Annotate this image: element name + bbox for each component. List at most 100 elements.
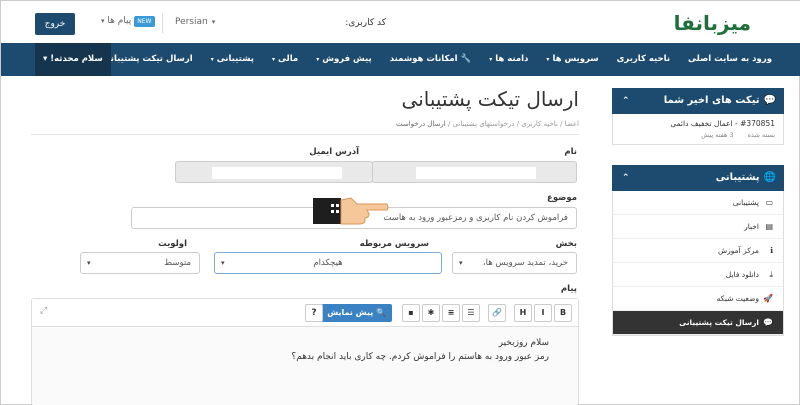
menu-item-label: وضعیت شبکه — [716, 294, 759, 303]
logout-button[interactable]: خروج — [35, 13, 75, 35]
subject-label: موضوع — [547, 193, 577, 203]
menu-item-label: اخبار — [744, 222, 759, 231]
support-menu-item[interactable]: 🚀 وضعیت شبکه — [613, 287, 783, 311]
support-menu-item[interactable]: ⤓ دانلود فایل — [613, 263, 783, 287]
messages-link[interactable]: NEWپیام ها ▾ — [101, 16, 155, 27]
chevron-up-icon: ⌃ — [622, 173, 630, 183]
top-bar: میزبانفا کد کاربری: ▾Persian NEWپیام ها … — [1, 1, 800, 43]
priority-value: متوسط — [164, 258, 191, 268]
link-icon[interactable]: 🔗 — [488, 304, 506, 322]
preview-button[interactable]: 🔍 پیش نمایش — [321, 304, 392, 322]
quote-icon[interactable]: ▪ — [402, 304, 420, 322]
department-label: بخش — [555, 239, 577, 249]
nav-item-label: دامنه ها — [495, 54, 529, 64]
divider — [162, 13, 163, 33]
ticket-title: #370851 - اعمال تخفیف دائمی — [670, 119, 775, 128]
menu-item-label: ارسال تیکت پشتیبانی — [679, 318, 759, 327]
menu-item-label: مرکز آموزش — [717, 246, 759, 255]
recent-tickets-panel: 💬تیکت های اخیر شما ⌃ #370851 - اعمال تخف… — [612, 88, 784, 145]
help-icon[interactable]: ? — [305, 304, 323, 322]
divider — [31, 134, 579, 135]
menu-item-icon: ▤ — [765, 222, 773, 231]
menu-item-icon: ⤓ — [769, 270, 773, 279]
service-label: سرویس مربوطه — [359, 239, 429, 249]
nav-item[interactable]: سرویس ها▾ — [537, 43, 607, 76]
email-label: آدرس ایمیل — [309, 147, 359, 157]
logo[interactable]: میزبانفا — [673, 11, 752, 35]
language-select[interactable]: ▾Persian — [175, 17, 215, 27]
expand-icon[interactable]: ⤢ — [40, 306, 47, 316]
support-menu-item[interactable]: ℹ مرکز آموزش — [613, 239, 783, 263]
page-title: ارسال تیکت پشتیبانی — [401, 87, 579, 111]
support-menu-item[interactable]: 💬 ارسال تیکت پشتیبانی — [613, 311, 783, 335]
numbered-list-icon[interactable]: ≡ — [442, 304, 460, 322]
user-code-label: کد کاربری: — [345, 18, 386, 28]
nav-item-label: پشتیبانی — [216, 54, 254, 64]
language-value: Persian — [175, 17, 208, 27]
breadcrumb-item[interactable]: ناحیه کاربری — [521, 120, 558, 128]
message-line: سلام روزبخیر — [498, 338, 549, 348]
ticket-time: 3 هفته پیش — [701, 131, 734, 139]
name-label: نام — [564, 147, 577, 157]
nav-item[interactable]: پشتیبانی▾ — [202, 43, 263, 76]
heading-button[interactable]: H — [514, 304, 532, 322]
nav-item-label: مالی — [277, 54, 299, 64]
italic-button[interactable]: I — [534, 304, 552, 322]
chevron-up-icon: ⌃ — [622, 96, 630, 106]
recent-tickets-title: تیکت های اخیر شما — [663, 95, 760, 106]
ticket-status: بسته شده — [747, 131, 775, 139]
message-label: پیام — [560, 284, 577, 294]
nav-item[interactable]: ورود به سایت اصلی — [679, 43, 781, 76]
nav-item[interactable]: ناحیه کاربری — [608, 43, 679, 76]
bullet-list-icon[interactable]: ☰ — [462, 304, 480, 322]
redacted-value — [212, 167, 342, 179]
priority-select[interactable]: متوسط ▾ — [80, 252, 200, 274]
redacted-value — [416, 167, 536, 179]
chevron-down-icon: ▾ — [87, 259, 91, 267]
breadcrumb-current: ارسال درخواست — [395, 120, 446, 128]
nav-item-label: امکانات هوشمند — [389, 54, 458, 64]
logo-text: میزبانفا — [673, 11, 752, 35]
breadcrumb-item[interactable]: درخواستهای پشتیبانی — [453, 120, 515, 128]
support-menu-item[interactable]: ▤ اخبار — [613, 215, 783, 239]
nav-item-label: ورود به سایت اصلی — [688, 54, 772, 64]
breadcrumb-item[interactable]: اعضا — [565, 120, 579, 128]
menu-item-icon: 💬 — [763, 318, 773, 327]
editor-toolbar: B I H 🔗 ☰ ≡ ✱ ▪ 🔍 پیش نمایش ? ⤢ — [32, 299, 578, 327]
support-panel: 🌐پشتیبانی ⌃ ▭ پشتیبانی ▤ اخبار ℹ مرکز آموزش ⤓ د… — [612, 165, 784, 336]
nav-item[interactable]: 🔧امکانات هوشمند — [381, 43, 480, 76]
name-field[interactable] — [372, 161, 577, 183]
department-value: خرید، تمدید سرویس ها، — [482, 258, 568, 268]
menu-item-icon: 🚀 — [763, 294, 773, 303]
nav-item[interactable]: دامنه ها▾ — [480, 43, 537, 76]
nav-item[interactable]: پیش فروش▾ — [307, 43, 381, 76]
support-header[interactable]: 🌐پشتیبانی ⌃ — [612, 165, 784, 191]
email-field[interactable] — [175, 161, 373, 183]
support-menu-item[interactable]: ▭ پشتیبانی — [613, 191, 783, 215]
support-title: پشتیبانی — [715, 172, 760, 183]
chevron-down-icon: ▾ — [489, 56, 493, 63]
chevron-down-icon: ▾ — [271, 56, 275, 63]
menu-item-icon: ℹ — [769, 246, 773, 255]
main-nav: ورود به سایت اصلی ناحیه کاربری سرویس ها▾ دا… — [1, 43, 800, 76]
nav-item-label: ارسال تیکت پشتیبانی — [102, 54, 193, 64]
menu-item-label: دانلود فایل — [725, 270, 759, 279]
chevron-down-icon: ▾ — [546, 56, 550, 63]
ticket-item[interactable]: #370851 - اعمال تخفیف دائمی بسته شده 3 هف… — [613, 114, 783, 144]
breadcrumb: اعضا / ناحیه کاربری / درخواستهای پشتیبان… — [395, 120, 579, 128]
code-icon[interactable]: ✱ — [422, 304, 440, 322]
chevron-down-icon: ▾ — [221, 259, 225, 267]
wrench-icon: 🔧 — [460, 54, 472, 64]
user-menu[interactable]: سلام محدثه! ▾ — [35, 43, 111, 76]
nav-item[interactable]: مالی▾ — [263, 43, 307, 76]
bold-button[interactable]: B — [554, 304, 572, 322]
globe-icon: 🌐 — [763, 172, 776, 183]
message-text[interactable]: سلام روزبخیر رمز عبور ورود به هاستم را ف… — [291, 336, 549, 364]
menu-item-label: پشتیبانی — [732, 198, 759, 207]
chevron-down-icon: ▾ — [101, 17, 105, 25]
service-select[interactable]: هیچکدام ▾ — [214, 252, 442, 274]
nav-item-label: سرویس ها — [552, 54, 599, 64]
department-select[interactable]: خرید، تمدید سرویس ها، ▾ — [452, 252, 577, 274]
nav-item-label: پیش فروش — [322, 54, 372, 64]
recent-tickets-header[interactable]: 💬تیکت های اخیر شما ⌃ — [612, 88, 784, 114]
